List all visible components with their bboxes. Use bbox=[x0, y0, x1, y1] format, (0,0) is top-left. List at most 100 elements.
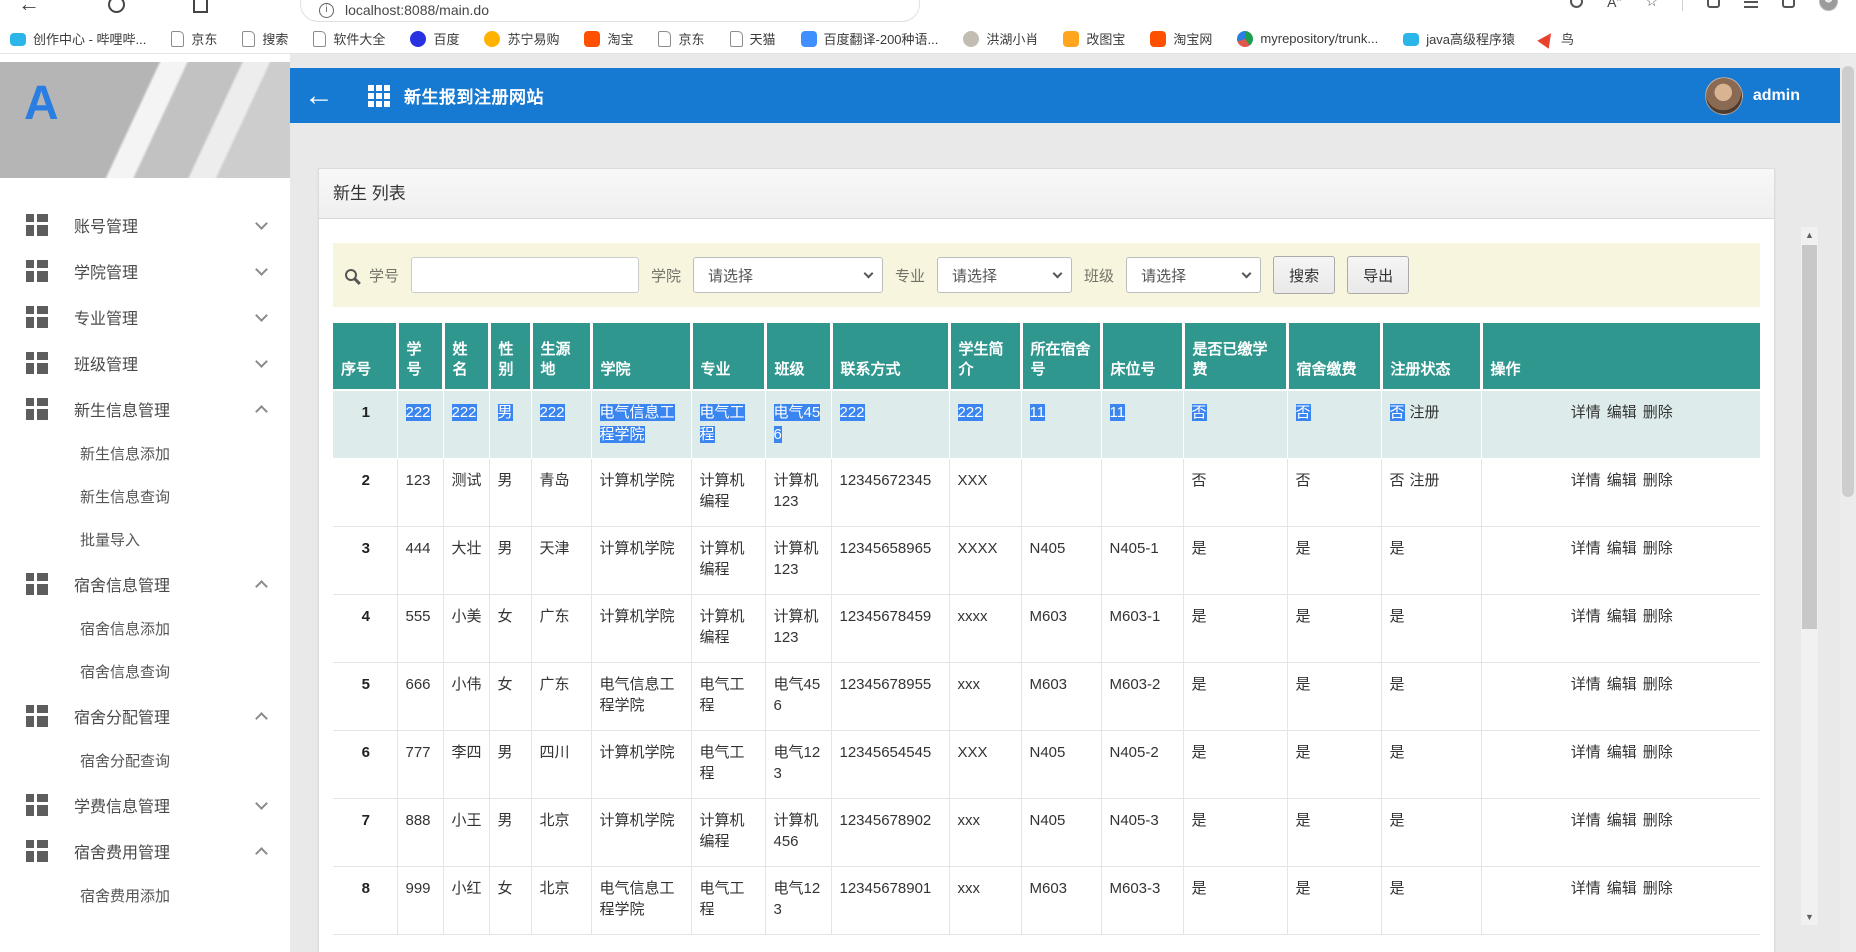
table-row[interactable]: 4555小美女广东计算机学院计算机编程计算机12312345678459xxxx… bbox=[333, 594, 1760, 662]
delete-link[interactable]: 删除 bbox=[1643, 472, 1673, 489]
edit-link[interactable]: 编辑 bbox=[1607, 812, 1637, 829]
edit-link[interactable]: 编辑 bbox=[1607, 880, 1637, 897]
delete-link[interactable]: 删除 bbox=[1643, 540, 1673, 557]
sidebar-item-class[interactable]: 班级管理 bbox=[0, 340, 290, 386]
bookmark-item-honghu-xiaoxiao[interactable]: 洪湖小肖 bbox=[963, 29, 1038, 48]
scroll-up-icon[interactable]: ▲ bbox=[1801, 227, 1818, 243]
freshman-list-card: 新生 列表 学号学院请选择专业请选择班级请选择搜索导出 序号学号姓名性别生源地学… bbox=[318, 168, 1775, 952]
edit-link[interactable]: 编辑 bbox=[1607, 540, 1637, 557]
sidebar-item-college[interactable]: 学院管理 bbox=[0, 248, 290, 294]
data-cell: 女 bbox=[489, 594, 531, 662]
sidebar-item-dorm-info[interactable]: 宿舍信息管理 bbox=[0, 561, 290, 607]
browser-profile-avatar[interactable] bbox=[1819, 0, 1838, 11]
sidebar-item-major[interactable]: 专业管理 bbox=[0, 294, 290, 340]
detail-link[interactable]: 详情 bbox=[1571, 880, 1601, 897]
edit-link[interactable]: 编辑 bbox=[1607, 676, 1637, 693]
bookmark-item-baidu-translate[interactable]: 百度翻译-200种语... bbox=[801, 29, 939, 48]
split-screen-icon[interactable] bbox=[1782, 0, 1795, 8]
search-icon bbox=[345, 269, 357, 281]
site-info-icon[interactable]: i bbox=[319, 3, 334, 18]
bookmark-item-gaitubao[interactable]: 改图宝 bbox=[1063, 29, 1125, 48]
delete-link[interactable]: 删除 bbox=[1643, 880, 1673, 897]
bookmark-item-tmall[interactable]: 天猫 bbox=[730, 29, 776, 48]
chevron-down-icon bbox=[255, 309, 268, 322]
delete-link[interactable]: 删除 bbox=[1643, 404, 1673, 421]
table-row[interactable]: 3444大壮男天津计算机学院计算机编程计算机12312345658965XXXX… bbox=[333, 526, 1760, 594]
search-button[interactable]: 搜索 bbox=[1273, 256, 1335, 294]
detail-link[interactable]: 详情 bbox=[1571, 812, 1601, 829]
content-scrollbar[interactable]: ▲ ▼ bbox=[1801, 227, 1818, 925]
table-row[interactable]: 6777李四男四川计算机学院电气工程电气12312345654545XXXN40… bbox=[333, 730, 1760, 798]
sidebar-subitem-dorm-assign-query[interactable]: 宿舍分配查询 bbox=[0, 739, 290, 782]
detail-link[interactable]: 详情 bbox=[1571, 404, 1601, 421]
export-button[interactable]: 导出 bbox=[1347, 256, 1409, 294]
home-icon[interactable] bbox=[193, 0, 208, 13]
collections-icon[interactable] bbox=[1744, 0, 1758, 8]
college-select[interactable]: 请选择 bbox=[693, 257, 883, 293]
scrollbar-thumb[interactable] bbox=[1802, 245, 1817, 629]
sidebar-subitem-freshman-query[interactable]: 新生信息查询 bbox=[0, 475, 290, 518]
sidebar-subitem-freshman-add[interactable]: 新生信息添加 bbox=[0, 432, 290, 475]
sidebar-subitem-dorm-add[interactable]: 宿舍信息添加 bbox=[0, 607, 290, 650]
user-avatar[interactable] bbox=[1705, 77, 1743, 115]
bookmark-item-jd-2[interactable]: 京东 bbox=[658, 29, 704, 48]
sidebar-subitem-dorm-fee-add[interactable]: 宿舍费用添加 bbox=[0, 874, 290, 917]
class-select[interactable]: 请选择 bbox=[1126, 257, 1261, 293]
sidebar-item-account[interactable]: 账号管理 bbox=[0, 202, 290, 248]
sidebar-item-dorm-assign[interactable]: 宿舍分配管理 bbox=[0, 693, 290, 739]
register-link[interactable]: 注册 bbox=[1410, 404, 1440, 421]
delete-link[interactable]: 删除 bbox=[1643, 744, 1673, 761]
bookmark-item-suning[interactable]: 苏宁易购 bbox=[484, 29, 559, 48]
table-row[interactable]: 1222222男222电气信息工程学院电气工程电气4562222221111否否… bbox=[333, 390, 1760, 458]
bookmark-item-jd[interactable]: 京东 bbox=[171, 29, 217, 48]
student-no-input[interactable] bbox=[411, 257, 639, 293]
edit-link[interactable]: 编辑 bbox=[1607, 472, 1637, 489]
edit-link[interactable]: 编辑 bbox=[1607, 404, 1637, 421]
detail-link[interactable]: 详情 bbox=[1571, 472, 1601, 489]
sidebar-item-tuition[interactable]: 学费信息管理 bbox=[0, 782, 290, 828]
sidebar-item-freshman-info[interactable]: 新生信息管理 bbox=[0, 386, 290, 432]
browser-scrollbar-thumb[interactable] bbox=[1842, 66, 1854, 497]
detail-link[interactable]: 详情 bbox=[1571, 608, 1601, 625]
major-select[interactable]: 请选择 bbox=[937, 257, 1072, 293]
data-cell: 小伟 bbox=[443, 662, 489, 730]
bookmark-item-java-programmer[interactable]: java高级程序猿 bbox=[1403, 29, 1515, 48]
delete-link[interactable]: 删除 bbox=[1643, 812, 1673, 829]
bookmark-item-bilibili-creator[interactable]: 创作中心 - 哔哩哔... bbox=[10, 29, 146, 48]
browser-scrollbar[interactable] bbox=[1840, 54, 1856, 952]
back-arrow-icon[interactable]: ← bbox=[304, 81, 334, 111]
bookmark-item-taobao[interactable]: 淘宝 bbox=[584, 29, 633, 48]
detail-link[interactable]: 详情 bbox=[1571, 676, 1601, 693]
delete-link[interactable]: 删除 bbox=[1643, 608, 1673, 625]
register-link[interactable]: 注册 bbox=[1410, 472, 1440, 489]
scroll-down-icon[interactable]: ▼ bbox=[1801, 909, 1818, 925]
bookmark-item-baidu[interactable]: 百度 bbox=[410, 29, 459, 48]
delete-link[interactable]: 删除 bbox=[1643, 676, 1673, 693]
bookmark-item-software[interactable]: 软件大全 bbox=[313, 29, 385, 48]
bookmark-item-search[interactable]: 搜索 bbox=[242, 29, 288, 48]
sidebar-subitem-dorm-query[interactable]: 宿舍信息查询 bbox=[0, 650, 290, 693]
add-favorite-icon[interactable]: ☆ bbox=[1645, 0, 1658, 10]
address-bar[interactable]: i localhost:8088/main.do bbox=[300, 0, 920, 22]
bookmark-item-myrepository[interactable]: myrepository/trunk... bbox=[1237, 31, 1378, 47]
table-row[interactable]: 2123测试男青岛计算机学院计算机编程计算机12312345672345XXX否… bbox=[333, 458, 1760, 526]
edit-link[interactable]: 编辑 bbox=[1607, 608, 1637, 625]
table-row[interactable]: 5666小伟女广东电气信息工程学院电气工程电气45612345678955xxx… bbox=[333, 662, 1760, 730]
table-row[interactable]: 8999小红女北京电气信息工程学院电气工程电气12312345678901xxx… bbox=[333, 866, 1760, 934]
sidebar-item-dorm-fee[interactable]: 宿舍费用管理 bbox=[0, 828, 290, 874]
apps-grid-icon[interactable] bbox=[368, 85, 390, 107]
detail-link[interactable]: 详情 bbox=[1571, 744, 1601, 761]
edit-link[interactable]: 编辑 bbox=[1607, 744, 1637, 761]
back-icon[interactable]: ← bbox=[18, 0, 40, 17]
bookmark-item-bird[interactable]: 鸟 bbox=[1540, 29, 1574, 48]
detail-link[interactable]: 详情 bbox=[1571, 540, 1601, 557]
selected-text: 222 bbox=[958, 404, 983, 421]
table-row[interactable]: 7888小王男北京计算机学院计算机编程计算机45612345678902xxxN… bbox=[333, 798, 1760, 866]
extensions-icon[interactable] bbox=[1707, 0, 1720, 8]
refresh-icon[interactable] bbox=[108, 0, 125, 13]
reading-icon[interactable] bbox=[1570, 0, 1583, 8]
bookmark-item-taobao-wang[interactable]: 淘宝网 bbox=[1150, 29, 1212, 48]
text-size-icon[interactable]: A" bbox=[1607, 0, 1621, 10]
column-header: 性别 bbox=[489, 323, 531, 390]
sidebar-subitem-batch-import[interactable]: 批量导入 bbox=[0, 518, 290, 561]
